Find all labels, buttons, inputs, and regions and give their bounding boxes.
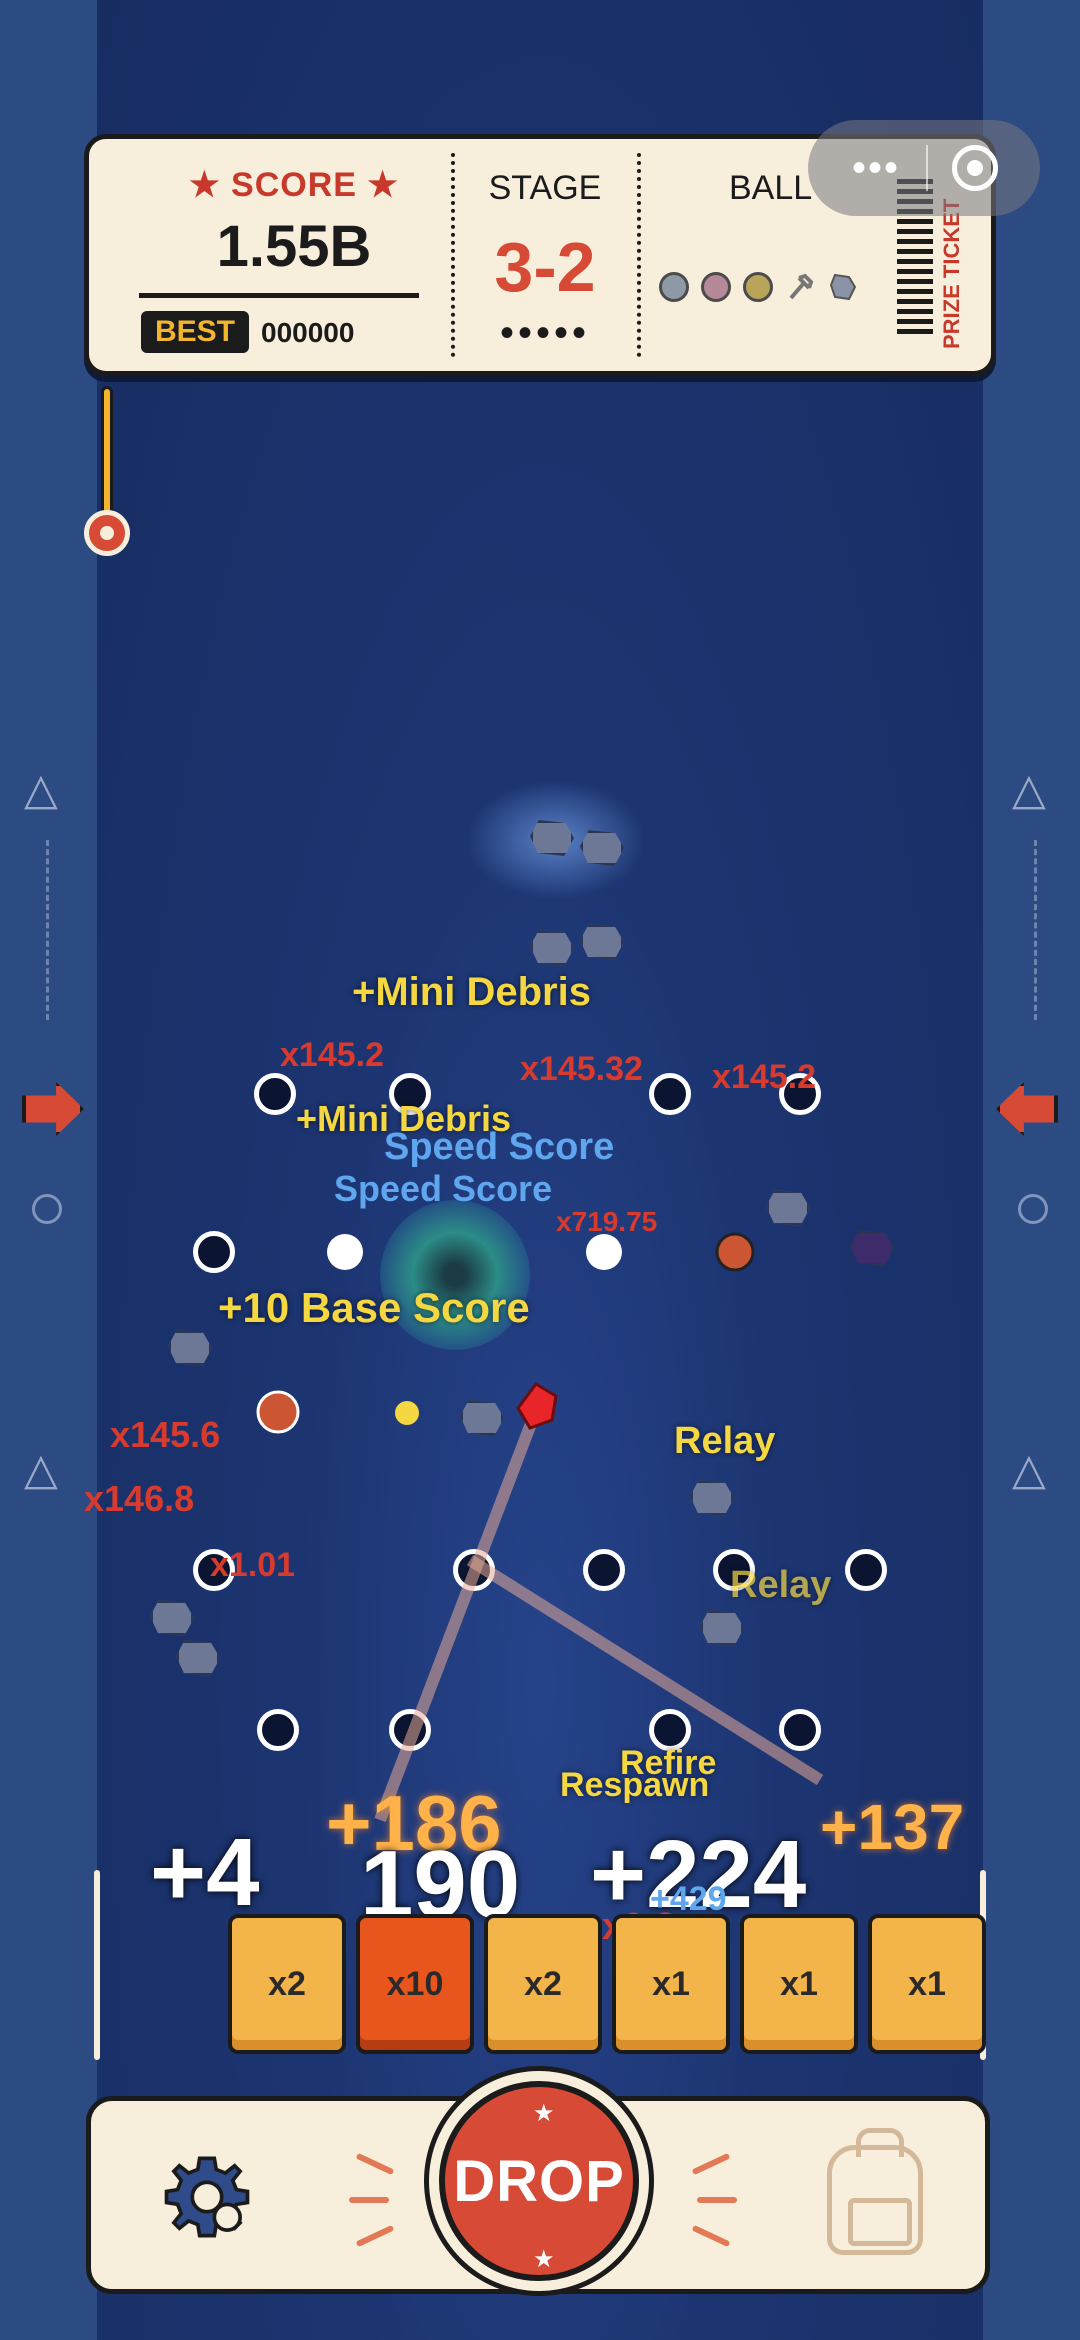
spark-decor [697, 2197, 737, 2203]
spark-decor [691, 2152, 731, 2176]
floating-text: x145.32 [520, 1050, 643, 1088]
floating-text: +Mini Debris [352, 970, 591, 1014]
multiplier-slot: x10 [356, 1914, 474, 2054]
floating-text: Relay [674, 1420, 776, 1462]
floating-text: x1.01 [210, 1546, 296, 1584]
floating-text: x145.2 [712, 1058, 816, 1096]
spark-decor [691, 2224, 731, 2248]
floating-text: +137 [820, 1791, 965, 1863]
star-icon: ★ [533, 2100, 555, 2127]
backpack-icon[interactable] [827, 2128, 923, 2255]
drop-label: DROP [453, 2148, 625, 2214]
slot-rail [94, 1870, 100, 2060]
floating-text: Speed Score [334, 1168, 553, 1209]
spark-decor [355, 2152, 395, 2176]
multiplier-slot: x1 [740, 1914, 858, 2054]
floating-text: Respawn [560, 1766, 710, 1804]
multiplier-slot: x2 [484, 1914, 602, 2054]
floating-text: Speed Score [384, 1126, 615, 1168]
floating-text: x719.75 [556, 1206, 658, 1237]
gear-icon[interactable] [161, 2151, 253, 2243]
spark-decor [355, 2224, 395, 2248]
star-icon: ★ [533, 2246, 555, 2273]
floating-text: +10 Base Score [218, 1284, 530, 1331]
floating-text: x146.8 [84, 1478, 195, 1519]
multiplier-slot: x1 [868, 1914, 986, 2054]
floating-text: +4 [150, 1819, 260, 1926]
spark-decor [349, 2197, 389, 2203]
floating-text: x145.2 [280, 1036, 384, 1074]
multiplier-slots: x2 x10 x2 x1 x1 x1 [228, 1914, 986, 2054]
multiplier-slot: x1 [612, 1914, 730, 2054]
floating-text: x145.6 [110, 1414, 221, 1455]
control-bar: ★ DROP ★ [86, 2081, 990, 2294]
floating-text: Relay [730, 1564, 832, 1606]
drop-button[interactable]: ★ DROP ★ [439, 2081, 639, 2281]
multiplier-slot: x2 [228, 1914, 346, 2054]
